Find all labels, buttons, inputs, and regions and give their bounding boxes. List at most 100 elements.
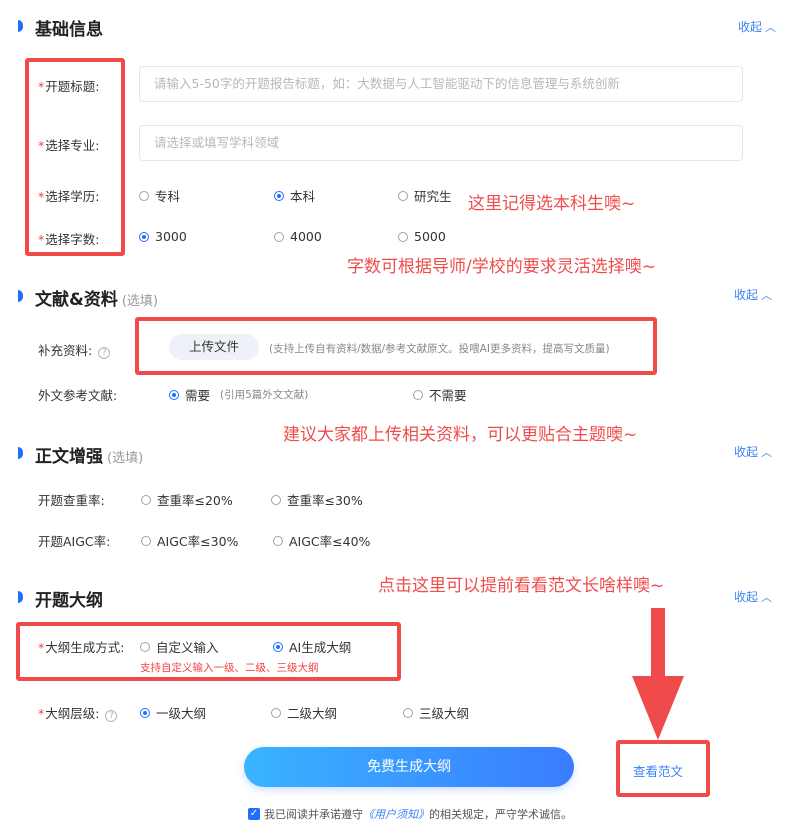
dup-radio-20[interactable]: 查重率≤20% bbox=[141, 490, 233, 509]
radio-dot bbox=[273, 641, 283, 652]
radio-label: 3000 bbox=[155, 229, 187, 244]
section-title-basic: 基础信息 bbox=[35, 20, 103, 40]
upload-hint: (支持上传自有资料/数据/参考文献原文。投喂AI更多资料，提高写文质量) bbox=[269, 343, 610, 355]
level-radio-3[interactable]: 三级大纲 bbox=[403, 703, 469, 722]
section-title-enhance: 正文增强 (选填) bbox=[35, 442, 143, 467]
radio-dot bbox=[140, 641, 150, 652]
section-marker bbox=[18, 591, 23, 603]
radio-label: 二级大纲 bbox=[287, 706, 338, 721]
required-mark: * bbox=[38, 138, 45, 153]
radio-label: 自定义输入 bbox=[156, 640, 219, 655]
section-title-text: 正文增强 bbox=[35, 447, 103, 467]
degree-radio-benke[interactable]: 本科 bbox=[274, 186, 315, 205]
aigc-radio-40[interactable]: AIGC率≤40% bbox=[273, 531, 370, 550]
dup-radio-30[interactable]: 查重率≤30% bbox=[271, 490, 363, 509]
chevron-up-icon: ︿ bbox=[765, 21, 777, 34]
radio-label: 本科 bbox=[290, 189, 316, 204]
level-radio-2[interactable]: 二级大纲 bbox=[271, 703, 337, 722]
radio-dot bbox=[398, 190, 408, 201]
foreign-radio-need[interactable]: 需要 (引用5篇外文文献) bbox=[169, 385, 308, 404]
section-marker bbox=[18, 20, 23, 32]
title-input[interactable]: 请输入5-50字的开题报告标题，如：大数据与人工智能驱动下的信息管理与系统创新 bbox=[139, 66, 743, 102]
radio-dot bbox=[271, 494, 281, 505]
supplement-label: 补充资料:? bbox=[38, 340, 111, 359]
major-input[interactable]: 请选择或填写学科领域 bbox=[139, 125, 743, 161]
dup-rate-label: 开题查重率: bbox=[38, 493, 105, 508]
words-radio-4000[interactable]: 4000 bbox=[274, 229, 322, 244]
section-subtitle: (选填) bbox=[107, 451, 144, 466]
words-label-text: 选择字数: bbox=[45, 232, 100, 247]
outline-level-label-text: 大纲层级: bbox=[45, 706, 100, 721]
required-mark: * bbox=[38, 640, 45, 655]
chevron-up-icon: ︿ bbox=[761, 289, 773, 302]
outline-radio-custom[interactable]: 自定义输入 bbox=[140, 637, 219, 656]
chevron-up-icon: ︿ bbox=[761, 591, 773, 604]
required-mark: * bbox=[38, 706, 45, 721]
collapse-basic-button[interactable]: 收起 ︿ bbox=[738, 18, 776, 35]
words-radio-3000[interactable]: 3000 bbox=[139, 229, 187, 244]
collapse-label: 收起 bbox=[734, 445, 759, 459]
section-marker bbox=[18, 447, 23, 459]
radio-dot bbox=[139, 190, 149, 201]
title-label-text: 开题标题: bbox=[45, 79, 100, 94]
user-notice-link[interactable]: 《用户须知》 bbox=[363, 806, 429, 822]
radio-label: AI生成大纲 bbox=[289, 640, 352, 655]
annotation-upload-note: 建议大家都上传相关资料，可以更贴合主题噢~ bbox=[283, 425, 638, 445]
radio-label: 5000 bbox=[414, 229, 446, 244]
radio-dot bbox=[274, 190, 284, 201]
collapse-label: 收起 bbox=[734, 590, 759, 604]
annotation-words-note: 字数可根据导师/学校的要求灵活选择噢~ bbox=[347, 257, 656, 277]
collapse-literature-button[interactable]: 收起 ︿ bbox=[734, 286, 772, 303]
supplement-label-text: 补充资料: bbox=[38, 343, 93, 358]
major-label: *选择专业: bbox=[38, 135, 99, 154]
radio-dot bbox=[273, 535, 283, 546]
radio-label: 不需要 bbox=[429, 388, 467, 403]
collapse-outline-button[interactable]: 收起 ︿ bbox=[734, 588, 772, 605]
foreign-radio-no-need[interactable]: 不需要 bbox=[413, 385, 467, 404]
radio-label: 查重率≤20% bbox=[157, 493, 233, 508]
level-radio-1[interactable]: 一级大纲 bbox=[140, 703, 206, 722]
radio-label: 研究生 bbox=[414, 189, 452, 204]
radio-label: 4000 bbox=[290, 229, 322, 244]
required-mark: * bbox=[38, 232, 45, 247]
agree-prefix: 我已阅读并承诺遵守 bbox=[264, 808, 363, 821]
collapse-label: 收起 bbox=[738, 20, 763, 34]
radio-dot bbox=[169, 389, 179, 400]
radio-label: 查重率≤30% bbox=[287, 493, 363, 508]
words-label: *选择字数: bbox=[38, 229, 99, 248]
foreign-hint: (引用5篇外文文献) bbox=[220, 389, 309, 401]
aigc-rate-label: 开题AIGC率: bbox=[38, 534, 111, 549]
collapse-label: 收起 bbox=[734, 288, 759, 302]
section-marker bbox=[18, 290, 23, 302]
degree-radio-yanjiusheng[interactable]: 研究生 bbox=[398, 186, 452, 205]
degree-radio-zhuanke[interactable]: 专科 bbox=[139, 186, 180, 205]
annotation-arrow-down-icon bbox=[632, 608, 684, 740]
outline-method-hint: 支持自定义输入一级、二级、三级大纲 bbox=[140, 662, 319, 674]
radio-label: 三级大纲 bbox=[419, 706, 470, 721]
agreement-row: ✓ 我已阅读并承诺遵守 《用户须知》 的相关规定，严守学术诚信。 bbox=[248, 806, 572, 822]
annotation-sample-note: 点击这里可以提前看看范文长啥样噢~ bbox=[378, 576, 665, 596]
section-subtitle: (选填) bbox=[121, 294, 158, 309]
collapse-enhance-button[interactable]: 收起 ︿ bbox=[734, 443, 772, 460]
radio-dot bbox=[139, 231, 149, 242]
section-title-literature: 文献&资料 (选填) bbox=[35, 285, 158, 310]
radio-dot bbox=[141, 535, 151, 546]
view-sample-link[interactable]: 查看范文 bbox=[633, 761, 683, 780]
title-label: *开题标题: bbox=[38, 76, 99, 95]
agree-checkbox[interactable]: ✓ bbox=[248, 808, 260, 820]
major-label-text: 选择专业: bbox=[45, 138, 100, 153]
foreign-ref-label: 外文参考文献: bbox=[38, 388, 118, 403]
words-radio-5000[interactable]: 5000 bbox=[398, 229, 446, 244]
generate-outline-button[interactable]: 免费生成大纲 bbox=[244, 747, 574, 787]
upload-file-button[interactable]: 上传文件 bbox=[169, 334, 259, 360]
required-mark: * bbox=[38, 79, 45, 94]
help-icon[interactable]: ? bbox=[98, 347, 111, 359]
radio-label: AIGC率≤30% bbox=[157, 534, 239, 549]
radio-label: 一级大纲 bbox=[156, 706, 207, 721]
aigc-radio-30[interactable]: AIGC率≤30% bbox=[141, 531, 238, 550]
outline-radio-ai[interactable]: AI生成大纲 bbox=[273, 637, 351, 656]
radio-dot bbox=[413, 389, 423, 400]
help-icon[interactable]: ? bbox=[105, 710, 118, 722]
required-mark: * bbox=[38, 189, 45, 204]
degree-label-text: 选择学历: bbox=[45, 189, 100, 204]
